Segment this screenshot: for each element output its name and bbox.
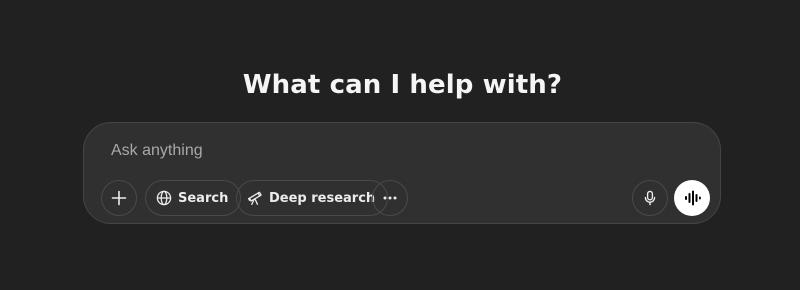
- voice-mode-button[interactable]: [674, 180, 710, 216]
- more-tools-button[interactable]: [372, 180, 408, 216]
- prompt-input[interactable]: [111, 139, 671, 163]
- microphone-icon: [642, 190, 658, 206]
- search-button[interactable]: Search: [145, 180, 242, 216]
- telescope-icon: [247, 190, 263, 206]
- plus-icon: [111, 190, 127, 206]
- deep-research-button[interactable]: Deep research: [236, 180, 389, 216]
- page-headline: What can I help with?: [242, 70, 563, 100]
- globe-icon: [156, 190, 172, 206]
- prompt-composer: Search Deep research: [83, 122, 721, 224]
- dictate-button[interactable]: [632, 180, 668, 216]
- ellipsis-icon: [382, 190, 398, 206]
- search-label: Search: [178, 190, 229, 206]
- deep-research-label: Deep research: [269, 190, 376, 206]
- waveform-icon: [683, 189, 701, 207]
- attach-button[interactable]: [101, 180, 137, 216]
